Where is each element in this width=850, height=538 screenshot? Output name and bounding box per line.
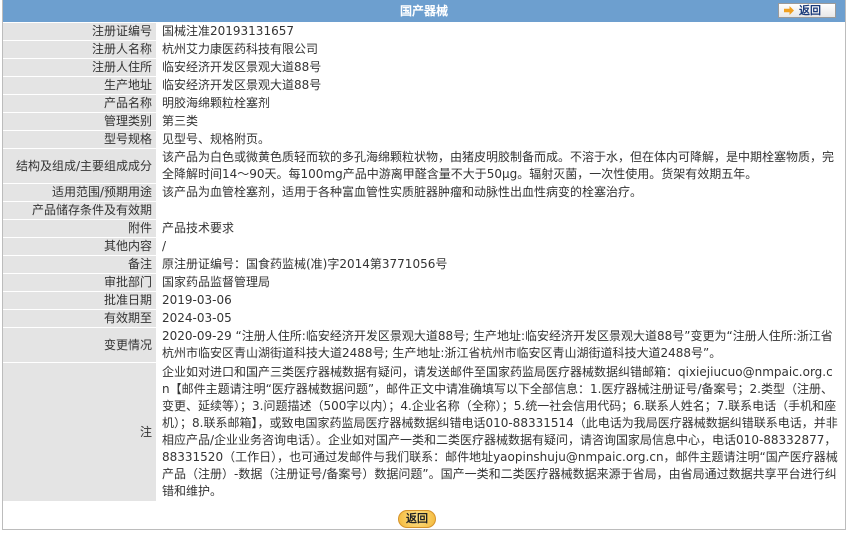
back-button-label: 返回: [799, 4, 821, 17]
table-row: 有效期至 2024-03-05: [3, 309, 845, 328]
field-value: 见型号、规格附页。: [156, 130, 845, 149]
field-label: 结构及组成/主要组成成分: [3, 148, 156, 184]
field-value: 2024-03-05: [156, 309, 845, 328]
table-row: 变更情况 2020-09-29 “注册人住所:临安经济开发区景观大道88号; 生…: [3, 327, 845, 363]
field-label: 适用范围/预期用途: [3, 183, 156, 202]
title-bar: 国产器械 返回: [3, 0, 845, 23]
field-label: 生产地址: [3, 76, 156, 95]
field-label: 审批部门: [3, 273, 156, 292]
field-value: 临安经济开发区景观大道88号: [156, 58, 845, 77]
field-value: 产品技术要求: [156, 219, 845, 238]
field-label: 注册证编号: [3, 23, 156, 41]
field-value: 国家药品监督管理局: [156, 273, 845, 292]
field-value: 该产品为白色或微黄色质轻而软的多孔海绵颗粒状物，由猪皮明胶制备而成。不溶于水，但…: [156, 148, 845, 184]
table-row: 附件 产品技术要求: [3, 219, 845, 238]
back-button-bottom[interactable]: 返回: [398, 510, 436, 528]
field-value: 该产品为血管栓塞剂，适用于各种富血管性实质脏器肿瘤和动脉性出血性病变的栓塞治疗。: [156, 183, 845, 202]
field-value: 国械注准20193131657: [156, 23, 845, 41]
table-row: 管理类别 第三类: [3, 112, 845, 131]
field-value: 企业如对进口和国产三类医疗器械数据有疑问，请发送邮件至国家药监局医疗器械数据纠错…: [156, 362, 845, 502]
field-value: [156, 201, 845, 220]
field-label: 注册人住所: [3, 58, 156, 77]
table-row: 产品名称 明胶海绵颗粒栓塞剂: [3, 94, 845, 113]
page-title: 国产器械: [399, 4, 448, 18]
table-row: 结构及组成/主要组成成分 该产品为白色或微黄色质轻而软的多孔海绵颗粒状物，由猪皮…: [3, 148, 845, 184]
field-label: 变更情况: [3, 327, 156, 363]
info-table: 注册证编号 国械注准20193131657 注册人名称 杭州艾力康医药科技有限公…: [3, 23, 845, 502]
table-row: 型号规格 见型号、规格附页。: [3, 130, 845, 149]
field-label: 产品储存条件及有效期: [3, 201, 156, 220]
arrow-right-icon: [784, 6, 794, 15]
field-label: 批准日期: [3, 291, 156, 310]
field-value: 2020-09-29 “注册人住所:临安经济开发区景观大道88号; 生产地址:临…: [156, 327, 845, 363]
field-label: 附件: [3, 219, 156, 238]
table-row: 备注 原注册证编号：国食药监械(准)字2014第3771056号: [3, 255, 845, 274]
field-value: 第三类: [156, 112, 845, 131]
table-row: 产品储存条件及有效期: [3, 201, 845, 220]
table-row: 其他内容 /: [3, 237, 845, 256]
field-value: /: [156, 237, 845, 256]
table-row: 批准日期 2019-03-06: [3, 291, 845, 310]
table-row: 注册人住所 临安经济开发区景观大道88号: [3, 58, 845, 77]
table-row: 注册证编号 国械注准20193131657: [3, 23, 845, 41]
back-button-top[interactable]: 返回: [778, 3, 836, 18]
field-label: 管理类别: [3, 112, 156, 131]
field-label: 注: [3, 362, 156, 502]
field-label: 备注: [3, 255, 156, 274]
table-row: 注册人名称 杭州艾力康医药科技有限公司: [3, 40, 845, 59]
field-label: 其他内容: [3, 237, 156, 256]
field-value: 临安经济开发区景观大道88号: [156, 76, 845, 95]
table-row: 审批部门 国家药品监督管理局: [3, 273, 845, 292]
table-row: 适用范围/预期用途 该产品为血管栓塞剂，适用于各种富血管性实质脏器肿瘤和动脉性出…: [3, 183, 845, 202]
field-label: 产品名称: [3, 94, 156, 113]
field-label: 有效期至: [3, 309, 156, 328]
field-label: 注册人名称: [3, 40, 156, 59]
field-value: 杭州艾力康医药科技有限公司: [156, 40, 845, 59]
field-label: 型号规格: [3, 130, 156, 149]
field-value: 原注册证编号：国食药监械(准)字2014第3771056号: [156, 255, 845, 274]
field-value: 2019-03-06: [156, 291, 845, 310]
detail-panel: 国产器械 返回 注册证编号 国械注准20193131657 注册人名称 杭州艾力…: [2, 0, 846, 530]
table-row: 生产地址 临安经济开发区景观大道88号: [3, 76, 845, 95]
table-row: 注 企业如对进口和国产三类医疗器械数据有疑问，请发送邮件至国家药监局医疗器械数据…: [3, 362, 845, 502]
field-value: 明胶海绵颗粒栓塞剂: [156, 94, 845, 113]
